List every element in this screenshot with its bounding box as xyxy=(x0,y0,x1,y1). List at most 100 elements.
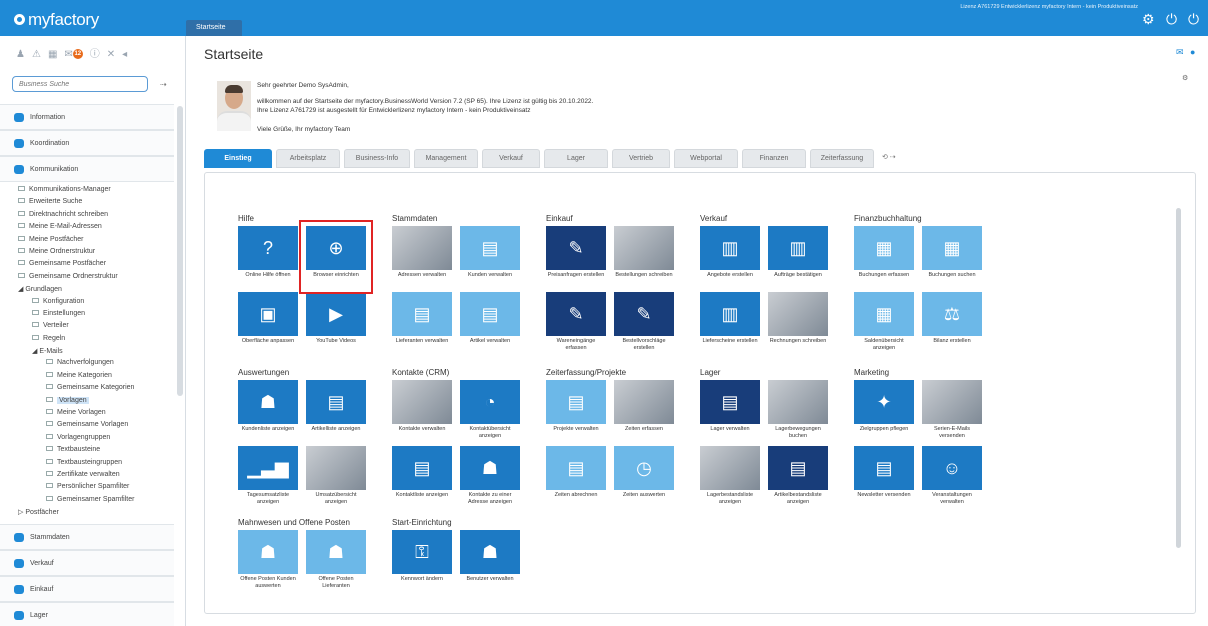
settings-small-icon[interactable]: ⚙ xyxy=(1182,74,1188,82)
tile-projekte-verwalten[interactable]: ▤ Projekte verwalten xyxy=(546,380,606,444)
tree-item-postfächer[interactable]: ▷ Postfächer xyxy=(18,508,178,520)
calendar-icon[interactable]: ▦ xyxy=(48,49,57,60)
tile-artikelliste-anzeigen[interactable]: ▤ Artikelliste anzeigen xyxy=(306,380,366,444)
tree-item-textbausteingruppen[interactable]: Textbausteingruppen xyxy=(18,458,178,471)
tree-item-regeln[interactable]: Regeln xyxy=(18,334,178,347)
user-icon[interactable]: ♟ xyxy=(16,49,25,60)
content-scrollbar[interactable] xyxy=(1176,208,1181,548)
tile-tagesumsatzliste-anzeigen[interactable]: ▁▃▆ Tagesumsatzliste anzeigen xyxy=(238,446,298,510)
power-alt-icon[interactable]: ⏻ xyxy=(1188,12,1199,26)
tab-finanzen[interactable]: Finanzen xyxy=(742,149,806,168)
tile-bilanz-erstellen[interactable]: ⚖ Bilanz erstellen xyxy=(922,292,982,356)
business-search-input[interactable] xyxy=(12,76,148,92)
tree-item-zertifikate-verwalten[interactable]: Zertifikate verwalten xyxy=(18,470,178,483)
tile-oberfläche-anpassen[interactable]: ▣ Oberfläche anpassen xyxy=(238,292,298,356)
tile-kunden-verwalten[interactable]: ▤ Kunden verwalten xyxy=(460,226,520,290)
tree-item-e-mails[interactable]: ◢ E-Mails xyxy=(18,347,178,359)
tree-item-gemeinsame-vorlagen[interactable]: Gemeinsame Vorlagen xyxy=(18,421,178,433)
tile-buchungen-erfassen[interactable]: ▦ Buchungen erfassen xyxy=(854,226,914,290)
tile-benutzer-verwalten[interactable]: ☗ Benutzer verwalten xyxy=(460,530,520,594)
tile-kontakte-verwalten[interactable]: Kontakte verwalten xyxy=(392,380,452,444)
tab-refresh-icon[interactable]: ⟲ ⇢ xyxy=(882,153,896,161)
mail-icon[interactable]: ✉ xyxy=(1176,47,1184,58)
tree-item-gemeinsame-kategorien[interactable]: Gemeinsame Kategorien xyxy=(18,384,178,396)
tile-lagerbestandsliste-anzeigen[interactable]: Lagerbestandsliste anzeigen xyxy=(700,446,760,510)
tree-item-vorlagen[interactable]: Vorlagen xyxy=(18,396,178,409)
tab-einstieg[interactable]: Einstieg xyxy=(204,149,272,168)
sidebar-scrollbar[interactable] xyxy=(177,106,183,396)
sidebar-nav-lager[interactable]: Lager xyxy=(0,602,174,626)
warning-icon[interactable]: ⚠ xyxy=(32,49,41,60)
collapse-icon[interactable]: ◂ xyxy=(122,49,127,60)
tile-zielgruppen-pflegen[interactable]: ✦ Zielgruppen pflegen xyxy=(854,380,914,444)
tab-arbeitsplatz[interactable]: Arbeitsplatz xyxy=(276,149,340,168)
tile-artikel-verwalten[interactable]: ▤ Artikel verwalten xyxy=(460,292,520,356)
tile-adressen-verwalten[interactable]: Adressen verwalten xyxy=(392,226,452,290)
tile-lieferscheine-erstellen[interactable]: ▥ Lieferscheine erstellen xyxy=(700,292,760,356)
tree-item-verteiler[interactable]: Verteiler xyxy=(18,322,178,334)
gear-icon[interactable]: ⚙ xyxy=(1142,12,1155,26)
tile-artikelbestandsliste-anzeigen[interactable]: ▤ Artikelbestandsliste anzeigen xyxy=(768,446,828,510)
tile-serien-e-mails-versenden[interactable]: Serien-E-Mails versenden xyxy=(922,380,982,444)
tile-wareneingänge-erfassen[interactable]: ✎ Wareneingänge erfassen xyxy=(546,292,606,356)
info-icon[interactable]: ⓘ xyxy=(90,45,100,60)
tile-saldenübersicht-anzeigen[interactable]: ▦ Saldenübersicht anzeigen xyxy=(854,292,914,356)
tile-zeiten-auswerten[interactable]: ◷ Zeiten auswerten xyxy=(614,446,674,510)
tile-kontaktliste-anzeigen[interactable]: ▤ Kontaktliste anzeigen xyxy=(392,446,452,510)
chat-icon[interactable]: ● xyxy=(1190,47,1195,57)
tree-item-meine-e-mail-adressen[interactable]: Meine E-Mail-Adressen xyxy=(18,223,178,235)
tile-bestellungen-schreiben[interactable]: Bestellungen schreiben xyxy=(614,226,674,290)
sidebar-nav-einkauf[interactable]: Einkauf xyxy=(0,576,174,602)
tree-item-meine-postfächer[interactable]: Meine Postfächer xyxy=(18,235,178,248)
sidebar-nav-information[interactable]: Information xyxy=(0,104,174,130)
tree-item-gemeinsamer-spamfilter[interactable]: Gemeinsamer Spamfilter xyxy=(18,495,178,508)
tab-webportal[interactable]: Webportal xyxy=(674,149,738,168)
close-icon[interactable]: ✕ xyxy=(107,49,115,60)
tile-buchungen-suchen[interactable]: ▦ Buchungen suchen xyxy=(922,226,982,290)
tile-youtube-videos[interactable]: ▶ YouTube Videos xyxy=(306,292,366,356)
tile-lieferanten-verwalten[interactable]: ▤ Lieferanten verwalten xyxy=(392,292,452,356)
tab-management[interactable]: Management xyxy=(414,149,478,168)
tab-zeiterfassung[interactable]: Zeiterfassung xyxy=(810,149,874,168)
app-tab-startseite[interactable]: Startseite xyxy=(186,20,242,36)
tree-item-textbausteine[interactable]: Textbausteine xyxy=(18,446,178,458)
tree-item-nachverfolgungen[interactable]: Nachverfolgungen xyxy=(18,359,178,371)
tree-item-einstellungen[interactable]: Einstellungen xyxy=(18,309,178,322)
tree-item-meine-ordnerstruktur[interactable]: Meine Ordnerstruktur xyxy=(18,247,178,260)
tab-lager[interactable]: Lager xyxy=(544,149,608,168)
tree-item-grundlagen[interactable]: ◢ Grundlagen xyxy=(18,285,178,297)
tile-angebote-erstellen[interactable]: ▥ Angebote erstellen xyxy=(700,226,760,290)
tile-newsletter-versenden[interactable]: ▤ Newsletter versenden xyxy=(854,446,914,510)
tile-veranstaltungen-verwalten[interactable]: ☺ Veranstaltungen verwalten xyxy=(922,446,982,510)
tab-vertrieb[interactable]: Vertrieb xyxy=(612,149,670,168)
tile-offene-posten-lieferanten[interactable]: ☗ Offene Posten Lieferanten xyxy=(306,530,366,594)
tree-item-kommunikations-manager[interactable]: Kommunikations-Manager xyxy=(18,186,178,198)
tree-item-vorlagengruppen[interactable]: Vorlagengruppen xyxy=(18,433,178,446)
tile-online-hilfe-öffnen[interactable]: ? Online Hilfe öffnen xyxy=(238,226,298,290)
sidebar-nav-koordination[interactable]: Koordination xyxy=(0,130,174,156)
tab-verkauf[interactable]: Verkauf xyxy=(482,149,540,168)
messages-icon[interactable]: ✉ 12 xyxy=(64,49,83,60)
tree-item-direktnachricht-schreiben[interactable]: Direktnachricht schreiben xyxy=(18,210,178,223)
sidebar-nav-verkauf[interactable]: Verkauf xyxy=(0,550,174,576)
tile-zeiten-erfassen[interactable]: Zeiten erfassen xyxy=(614,380,674,444)
tile-kontaktübersicht-anzeigen[interactable]: ◔ Kontaktübersicht anzeigen xyxy=(460,380,520,444)
tile-offene-posten-kunden-auswerten[interactable]: ☗ Offene Posten Kunden auswerten xyxy=(238,530,298,594)
tree-item-persönlicher-spamfilter[interactable]: Persönlicher Spamfilter xyxy=(18,483,178,495)
tile-bestellvorschläge-erstellen[interactable]: ✎ Bestellvorschläge erstellen xyxy=(614,292,674,356)
tree-item-meine-kategorien[interactable]: Meine Kategorien xyxy=(18,371,178,384)
tile-zeiten-abrechnen[interactable]: ▤ Zeiten abrechnen xyxy=(546,446,606,510)
sidebar-nav-kommunikation[interactable]: Kommunikation xyxy=(0,156,174,182)
sidebar-nav-stammdaten[interactable]: Stammdaten xyxy=(0,524,174,550)
tree-item-gemeinsame-postfächer[interactable]: Gemeinsame Postfächer xyxy=(18,260,178,272)
tree-item-meine-vorlagen[interactable]: Meine Vorlagen xyxy=(18,409,178,421)
tile-preisanfragen-erstellen[interactable]: ✎ Preisanfragen erstellen xyxy=(546,226,606,290)
tile-lagerbewegungen-buchen[interactable]: Lagerbewegungen buchen xyxy=(768,380,828,444)
brand-logo[interactable]: myfactory xyxy=(14,10,99,30)
tile-aufträge-bestätigen[interactable]: ▥ Aufträge bestätigen xyxy=(768,226,828,290)
tile-umsatzübersicht-anzeigen[interactable]: Umsatzübersicht anzeigen xyxy=(306,446,366,510)
tile-kontakte-zu-einer-adresse-anzeigen[interactable]: ☗ Kontakte zu einer Adresse anzeigen xyxy=(460,446,520,510)
power-icon[interactable]: ⏻ xyxy=(1166,12,1177,26)
search-go-icon[interactable]: ⇢ xyxy=(160,80,167,89)
tile-kundenliste-anzeigen[interactable]: ☗ Kundenliste anzeigen xyxy=(238,380,298,444)
